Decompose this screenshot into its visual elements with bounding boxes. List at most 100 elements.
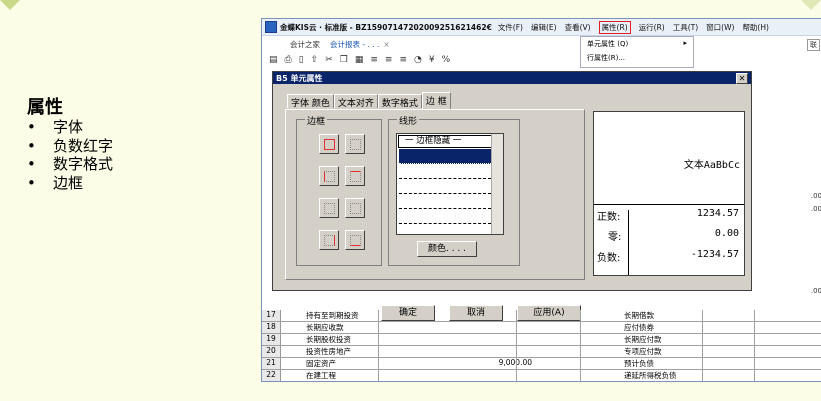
menu-item-cell-attributes[interactable]: 单元属性 (Q) ▸	[581, 37, 693, 51]
dialog-title: B5 单元属性	[273, 72, 751, 84]
tab-home[interactable]: 会计之家	[290, 39, 320, 50]
table-row[interactable]: 18 长期应收款 应付债券	[262, 322, 821, 334]
dialog-tabs: 字体 颜色 文本对齐 数字格式 边 框	[287, 92, 451, 110]
app-icon	[265, 21, 277, 33]
menu-help[interactable]: 帮助(H)	[742, 22, 769, 33]
preview-divider	[628, 210, 629, 275]
preview-positive: 正数: 1234.57	[594, 204, 744, 225]
horizontal-border-icon	[350, 203, 361, 214]
border-right-button[interactable]	[319, 230, 339, 250]
vertical-border-icon	[324, 203, 335, 214]
top-border-icon	[350, 171, 361, 182]
toolbar: ▤ ⎙ ▯ ⇧ ✂ ❐ ▦ ≡ ≡ ≡ ◔ ¥ %	[262, 53, 821, 67]
bullet-dot: •	[27, 173, 36, 192]
close-icon[interactable]: ✕	[736, 73, 748, 84]
currency-icon[interactable]: ¥	[429, 55, 435, 65]
preview-negative: 负数: -1234.57	[597, 249, 739, 264]
grid-line	[378, 310, 379, 381]
table-row[interactable]: 17 持有至到期投资 长期借款	[262, 310, 821, 322]
inner-border-icon	[350, 139, 361, 150]
border-horizontal-button[interactable]	[345, 198, 365, 218]
close-tab-icon[interactable]: ×	[383, 40, 389, 49]
percent-icon[interactable]: %	[442, 55, 451, 65]
cell-attributes-dialog: B5 单元属性 ✕ 字体 颜色 文本对齐 数字格式 边 框 边框 线形 一 边框…	[272, 71, 752, 321]
table-row[interactable]: 20 投资性房地产 专项应付款	[262, 346, 821, 358]
menu-tools[interactable]: 工具(T)	[673, 22, 698, 33]
border-group-label: 边框	[305, 114, 328, 127]
border-left-button[interactable]	[319, 166, 339, 186]
print-icon[interactable]: ⎙	[285, 55, 292, 65]
linestyle-list[interactable]: 一 边框隐藏 一	[396, 133, 504, 235]
border-vertical-button[interactable]	[319, 198, 339, 218]
submenu-arrow-icon: ▸	[683, 39, 687, 47]
bullet-list: • 字体 • 负数红字 • 数字格式 • 边框	[27, 118, 113, 192]
tab-font-color[interactable]: 字体 颜色	[287, 94, 334, 109]
border-inner-button[interactable]	[345, 134, 365, 154]
menu-window[interactable]: 窗口(W)	[706, 22, 734, 33]
linestyle-option[interactable]	[399, 194, 491, 209]
border-top-button[interactable]	[345, 166, 365, 186]
color-button[interactable]: 颜色. . . .	[417, 241, 477, 257]
border-outline-button[interactable]	[319, 134, 339, 154]
corner-decoration	[801, 0, 821, 10]
border-tab-pane: 边框 线形 一 边框隐藏 一 颜色. . . .	[285, 109, 585, 280]
title-bar: 金蝶KIS云 · 标准版 - BZ15907147202009251621462…	[262, 19, 821, 36]
upload-icon[interactable]: ⇧	[311, 55, 319, 65]
window-title: 金蝶KIS云 · 标准版 - BZ15907147202009251621462…	[280, 22, 492, 32]
preview-sample-text: 文本AaBbCc	[683, 160, 740, 171]
doc-tabs: 会计之家 会计报表 - . . . ×	[262, 37, 821, 51]
table-row[interactable]: 21固定资产9,000.00预计负债	[262, 358, 821, 370]
linestyle-option[interactable]	[399, 179, 491, 194]
save-icon[interactable]: ▤	[269, 55, 278, 65]
tab-number-format[interactable]: 数字格式	[377, 94, 422, 109]
table-row[interactable]: 19 长期股权投资 长期应付款	[262, 334, 821, 346]
bullet-item: • 字体	[27, 118, 84, 136]
side-button[interactable]: 联	[807, 39, 820, 51]
app-window: 金蝶KIS云 · 标准版 - BZ15907147202009251621462…	[261, 18, 821, 382]
menu-file[interactable]: 文件(F)	[498, 22, 523, 33]
sheet-rows: 17 持有至到期投资 长期借款 18 长期应收款 应付债券 19 长期股权投资 长期应付款 …	[262, 310, 821, 381]
linestyle-option[interactable]	[399, 164, 491, 179]
linestyle-option[interactable]	[399, 149, 491, 164]
scrollbar[interactable]	[491, 134, 503, 234]
menu-run[interactable]: 运行(R)	[639, 22, 665, 33]
bullet-dot: •	[27, 118, 36, 136]
tab-text-align[interactable]: 文本对齐	[333, 94, 378, 109]
copy-icon[interactable]: ❐	[340, 55, 348, 65]
bullet-item: • 负数红字	[27, 136, 114, 155]
cell-value: .00	[810, 205, 821, 213]
linestyle-group-label: 线形	[397, 114, 420, 127]
cell-value: .00	[810, 192, 821, 200]
paste-icon[interactable]: ▦	[355, 55, 364, 65]
grid-line	[580, 310, 581, 381]
linestyle-hidden-option[interactable]: 一 边框隐藏 一	[398, 135, 502, 148]
tab-report[interactable]: 会计报表 - . . .	[330, 39, 379, 50]
slide-title: 属性	[27, 97, 63, 118]
align-right-icon[interactable]: ≡	[399, 55, 407, 65]
border-bottom-button[interactable]	[345, 230, 365, 250]
align-left-icon[interactable]: ≡	[370, 55, 378, 65]
align-center-icon[interactable]: ≡	[385, 55, 393, 65]
grid-line	[516, 310, 517, 381]
bullet-item: • 数字格式	[27, 155, 114, 173]
grid-line	[754, 310, 755, 381]
linestyle-option[interactable]	[399, 209, 491, 224]
cell-value: .00	[810, 287, 821, 295]
chart-icon[interactable]: ◔	[414, 55, 422, 65]
menu-edit[interactable]: 编辑(E)	[531, 22, 557, 33]
bullet-dot: •	[27, 136, 36, 155]
preview-zero: 零: 0.00	[608, 228, 739, 243]
preview-box: 文本AaBbCc 正数: 1234.57 零: 0.00 负数: -1234.57	[593, 111, 745, 276]
preview-icon[interactable]: ▯	[299, 55, 304, 65]
bullet-dot: •	[27, 155, 36, 173]
grid-line	[702, 310, 703, 381]
left-border-icon	[324, 171, 335, 182]
tab-border[interactable]: 边 框	[421, 92, 451, 110]
border-group: 边框	[296, 114, 382, 266]
right-border-icon	[324, 235, 335, 246]
menu-attributes[interactable]: 属性(R)	[598, 20, 631, 34]
menu-view[interactable]: 查看(V)	[565, 22, 591, 33]
cut-icon[interactable]: ✂	[325, 55, 333, 65]
table-row[interactable]: 22 在建工程 递延所得税负债	[262, 370, 821, 381]
outline-border-icon	[324, 139, 335, 150]
